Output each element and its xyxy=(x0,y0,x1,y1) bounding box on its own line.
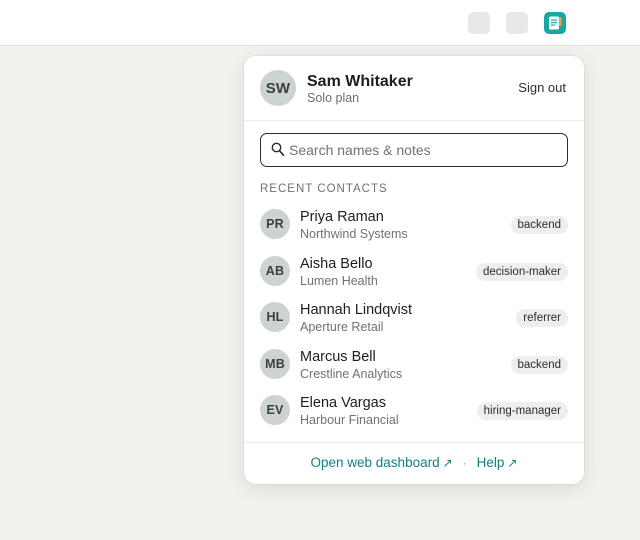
open-dashboard-link[interactable]: Open web dashboard ↗ xyxy=(311,455,453,470)
notepad-icon xyxy=(549,16,562,30)
contact-company: Harbour Financial xyxy=(300,413,399,427)
toolbar-button[interactable] xyxy=(506,12,528,34)
search-box[interactable] xyxy=(260,133,568,167)
contact-company: Northwind Systems xyxy=(300,227,408,241)
avatar: SW xyxy=(260,70,296,106)
footer-links: Open web dashboard ↗ · Help ↗ xyxy=(244,455,584,470)
user-plan: Solo plan xyxy=(307,91,360,105)
contact-name: Elena Vargas xyxy=(300,395,386,411)
separator: · xyxy=(462,456,467,470)
avatar: AB xyxy=(260,255,290,286)
extension-popup: SW Sam Whitaker Solo plan Sign out RECEN… xyxy=(244,56,584,484)
contact-name: Hannah Lindqvist xyxy=(300,302,413,318)
toolbar-button[interactable] xyxy=(468,12,490,34)
contact-item[interactable]: HL Hannah Lindqvist Aperture Retail refe… xyxy=(244,295,584,342)
contact-item[interactable]: MB Marcus Bell Crestline Analytics backe… xyxy=(244,342,584,389)
contact-name: Marcus Bell xyxy=(300,348,376,365)
help-link[interactable]: Help ↗ xyxy=(477,455,518,470)
search-input[interactable] xyxy=(289,134,559,165)
contact-company: Lumen Health xyxy=(300,273,378,288)
contact-company: Crestline Analytics xyxy=(300,366,403,381)
contact-name: Aisha Bello xyxy=(300,255,373,272)
search-icon xyxy=(271,142,285,156)
contact-list: PR Priya Raman Northwind Systems backend… xyxy=(244,202,584,435)
contact-name: Priya Raman xyxy=(300,209,384,225)
contact-company: Aperture Retail xyxy=(300,320,384,334)
open-dashboard-label: Open web dashboard xyxy=(310,455,440,470)
external-link-icon: ↗ xyxy=(442,456,453,470)
contact-item[interactable]: AB Aisha Bello Lumen Health decision-mak… xyxy=(244,249,584,296)
contact-item[interactable]: EV Elena Vargas Harbour Financial hiring… xyxy=(244,388,584,435)
avatar: EV xyxy=(260,395,290,425)
contact-tag: backend xyxy=(510,355,568,374)
avatar: MB xyxy=(260,348,290,379)
contact-tag: hiring-manager xyxy=(476,402,568,420)
recent-contacts-label: RECENT CONTACTS xyxy=(260,183,388,195)
help-label: Help xyxy=(476,455,505,470)
avatar: HL xyxy=(260,302,290,332)
sign-out-button[interactable]: Sign out xyxy=(518,80,566,95)
contact-item[interactable]: PR Priya Raman Northwind Systems backend xyxy=(244,202,584,249)
contact-tag: backend xyxy=(510,216,568,234)
contact-tag: referrer xyxy=(516,309,568,327)
popup-footer: Open web dashboard ↗ · Help ↗ xyxy=(244,442,584,484)
browser-toolbar xyxy=(0,0,640,46)
external-link-icon: ↗ xyxy=(507,456,518,470)
avatar: PR xyxy=(260,209,290,239)
contacts-extension-icon[interactable] xyxy=(544,12,566,34)
user-name: Sam Whitaker xyxy=(307,73,413,90)
contact-tag: decision-maker xyxy=(476,262,568,281)
account-header: SW Sam Whitaker Solo plan Sign out xyxy=(244,56,584,121)
